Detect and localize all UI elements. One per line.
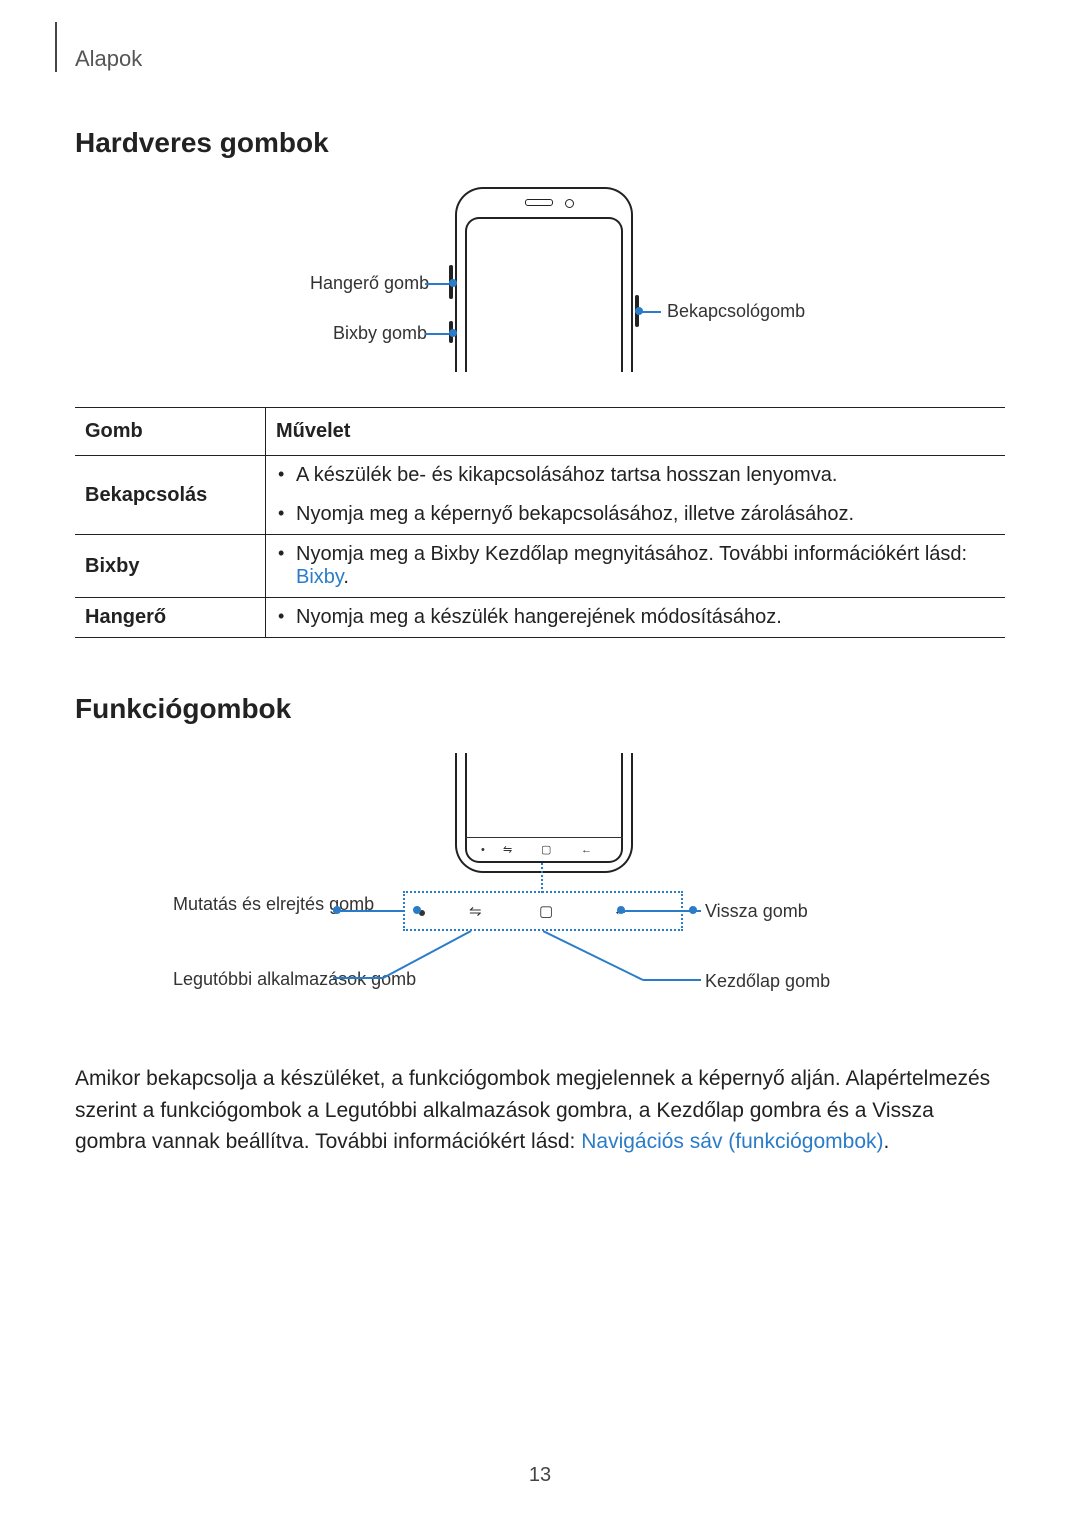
phone-bottom-outline: • ⇋ ▢ ←	[455, 753, 633, 883]
link-bixby[interactable]: Bixby	[296, 566, 343, 588]
connector-home	[543, 928, 703, 988]
section-title-soft-keys: Funkciógombok	[75, 693, 1005, 725]
label-show-hide: Mutatás és elrejtés gomb	[173, 893, 328, 916]
phone-outline	[455, 187, 633, 372]
recents-icon: ⇋	[469, 902, 482, 920]
action-volume: Nyomja meg a készülék hangerejének módos…	[266, 598, 1006, 638]
label-back: Vissza gomb	[705, 901, 808, 922]
label-home: Kezdőlap gomb	[705, 971, 830, 992]
table-header-action: Művelet	[266, 408, 1006, 456]
phone-top-diagram: Hangerő gomb Bixby gomb Bekapcsológomb	[75, 187, 1005, 397]
paragraph-post: .	[884, 1130, 890, 1153]
connector-dotted	[541, 863, 543, 893]
breadcrumb: Alapok	[75, 46, 1005, 72]
table-header-key: Gomb	[75, 408, 266, 456]
key-name-power: Bekapcsolás	[75, 456, 266, 535]
label-recents: Legutóbbi alkalmazások gomb	[173, 968, 328, 991]
key-actions-table: Gomb Művelet Bekapcsolás A készülék be- …	[75, 407, 1005, 638]
link-nav-bar[interactable]: Navigációs sáv (funkciógombok)	[581, 1130, 883, 1153]
action-bixby-text: Nyomja meg a Bixby Kezdőlap megnyitásáho…	[296, 543, 967, 565]
home-icon: ▢	[539, 902, 553, 920]
action-power-1: A készülék be- és kikapcsolásához tartsa…	[266, 456, 1006, 496]
action-bixby-post: .	[343, 566, 349, 588]
description-paragraph: Amikor bekapcsolja a készüléket, a funkc…	[75, 1063, 1005, 1158]
connector-recents	[333, 928, 473, 988]
label-volume-key: Hangerő gomb	[310, 273, 420, 294]
section-title-hardware-keys: Hardveres gombok	[75, 127, 1005, 159]
action-bixby: Nyomja meg a Bixby Kezdőlap megnyitásáho…	[266, 535, 1006, 598]
action-power-2: Nyomja meg a képernyő bekapcsolásához, i…	[266, 495, 1006, 535]
label-power-key: Bekapcsológomb	[667, 301, 805, 322]
key-name-bixby: Bixby	[75, 535, 266, 598]
label-bixby-key: Bixby gomb	[333, 323, 420, 344]
margin-mark	[55, 22, 57, 72]
document-page: Alapok Hardveres gombok Hangerő gomb Bix…	[0, 0, 1080, 1527]
key-name-volume: Hangerő	[75, 598, 266, 638]
phone-bottom-diagram: • ⇋ ▢ ← ⇋ ▢ ← Mutatás és elrejtés gomb L…	[75, 753, 1005, 1043]
page-number: 13	[0, 1464, 1080, 1487]
